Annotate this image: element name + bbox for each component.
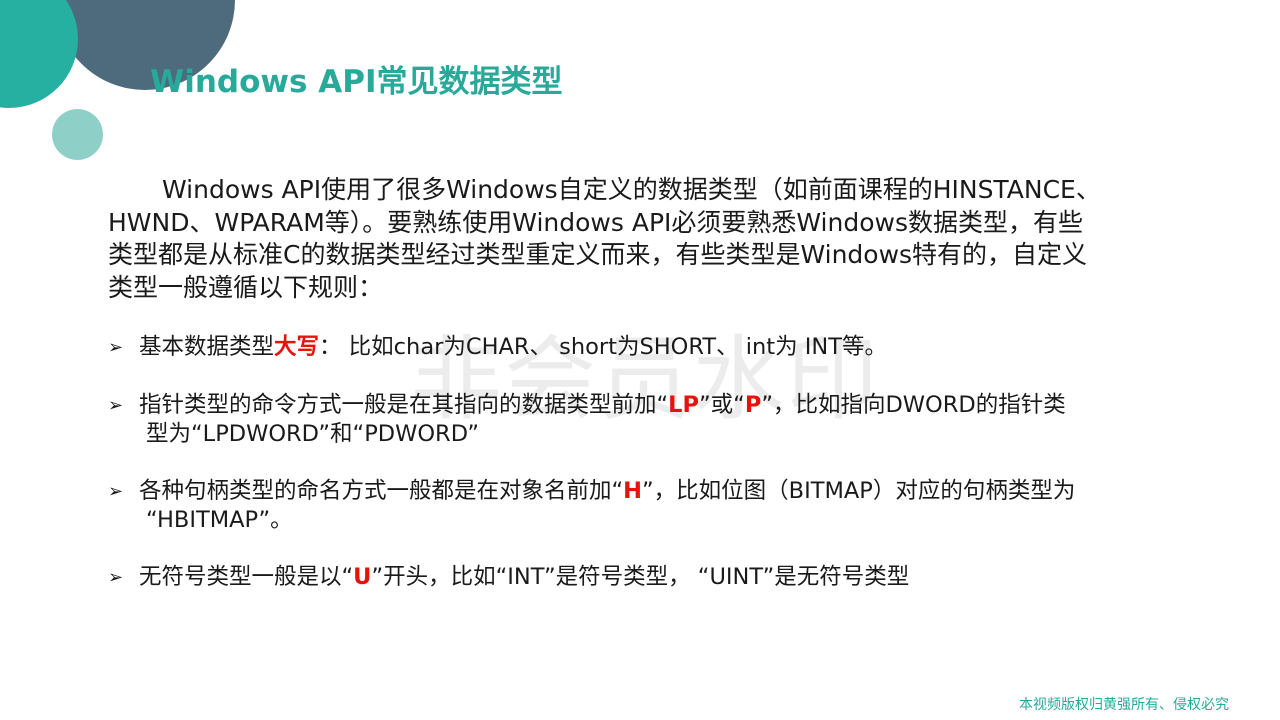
bullet-item-pointer: ➢ 指针类型的命令方式一般是在其指向的数据类型前加“LP”或“P”，比如指向DW… bbox=[108, 391, 1188, 449]
bullet-text: 基本数据类型大写： 比如char为CHAR、 short为SHORT、 int为… bbox=[139, 334, 887, 360]
intro-line: 类型一般遵循以下规则： bbox=[108, 272, 384, 302]
bullet-arrow-icon: ➢ bbox=[108, 395, 124, 416]
bullet-item-unsigned: ➢ 无符号类型一般是以“U”开头，比如“INT”是符号类型， “UINT”是无符… bbox=[108, 563, 1188, 592]
bullet-text: 指针类型的命令方式一般是在其指向的数据类型前加“LP”或“P”，比如指向DWOR… bbox=[139, 392, 1066, 418]
intro-line: HWND、WPARAM等）。要熟练使用Windows API必须要熟悉Windo… bbox=[108, 207, 1083, 237]
highlight-text: 大写 bbox=[274, 334, 320, 360]
bullet-arrow-icon: ➢ bbox=[108, 481, 124, 502]
bullet-arrow-icon: ➢ bbox=[108, 567, 124, 588]
highlight-text: U bbox=[353, 564, 372, 590]
bullet-text-continuation: “HBITMAP”。 bbox=[146, 507, 293, 533]
highlight-text: H bbox=[623, 478, 643, 504]
bullet-text: 无符号类型一般是以“U”开头，比如“INT”是符号类型， “UINT”是无符号类… bbox=[139, 564, 910, 590]
highlight-text: LP bbox=[668, 392, 699, 418]
intro-paragraph: Windows API使用了很多Windows自定义的数据类型（如前面课程的HI… bbox=[108, 174, 1172, 304]
copyright-footer: 本视频版权归黄强所有、侵权必究 bbox=[1019, 697, 1229, 713]
slide-title: Windows API常见数据类型 bbox=[150, 64, 563, 100]
decorative-circle-light bbox=[52, 109, 103, 160]
intro-line: Windows API使用了很多Windows自定义的数据类型（如前面课程的HI… bbox=[162, 175, 1101, 204]
bullet-arrow-icon: ➢ bbox=[108, 337, 124, 358]
bullet-text: 各种句柄类型的命名方式一般都是在对象名前加“H”，比如位图（BITMAP）对应的… bbox=[139, 478, 1076, 504]
intro-line: 类型都是从标准C的数据类型经过类型重定义而来，有些类型是Windows特有的，自… bbox=[108, 240, 1088, 269]
highlight-text: P bbox=[744, 392, 762, 418]
bullet-item-handle: ➢ 各种句柄类型的命名方式一般都是在对象名前加“H”，比如位图（BITMAP）对… bbox=[108, 477, 1188, 535]
bullet-text-continuation: 型为“LPDWORD”和“PDWORD” bbox=[146, 421, 480, 447]
decorative-circle-teal bbox=[0, 0, 78, 108]
bullet-item-uppercase: ➢ 基本数据类型大写： 比如char为CHAR、 short为SHORT、 in… bbox=[108, 333, 1188, 362]
